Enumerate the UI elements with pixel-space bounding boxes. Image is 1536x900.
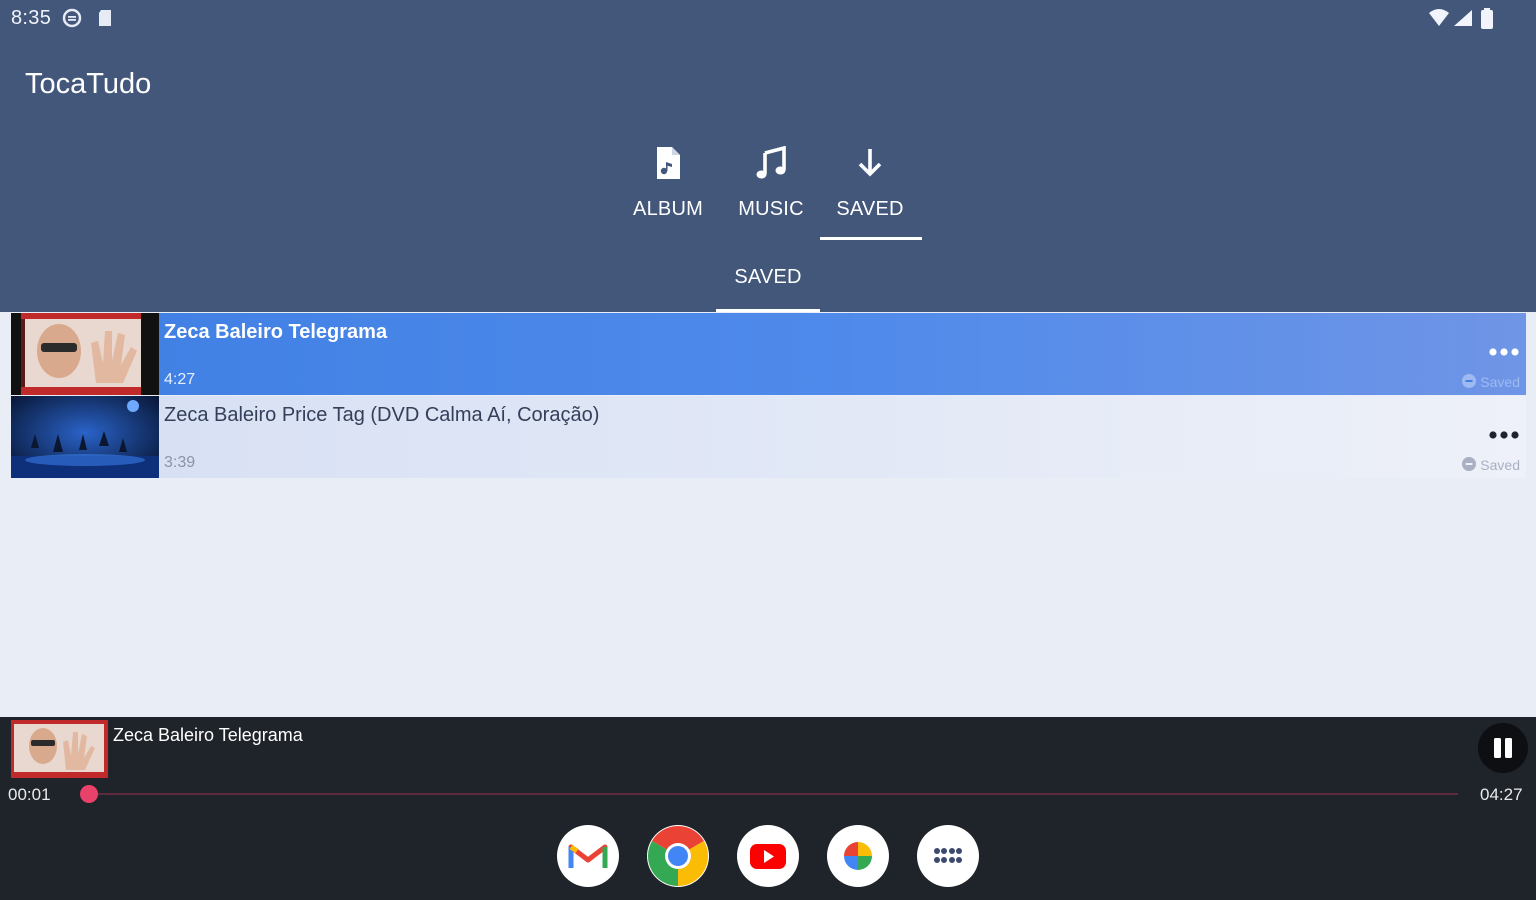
gmail-icon: [568, 844, 608, 868]
status-time: 8:35: [11, 7, 52, 29]
seek-bar[interactable]: [79, 785, 1458, 803]
youtube-icon: [750, 844, 786, 869]
player-thumbnail[interactable]: [11, 720, 108, 778]
pause-icon: [1494, 738, 1512, 758]
status-bar: 8:35: [0, 0, 1536, 36]
player-track-title: Zeca Baleiro Telegrama: [113, 725, 303, 745]
total-time: 04:27: [1480, 785, 1523, 804]
chrome-icon: [647, 825, 709, 886]
track-row[interactable]: Zeca Baleiro Price Tag (DVD Calma Aí, Co…: [11, 396, 1526, 478]
saved-status: Saved: [1461, 456, 1520, 473]
subtab-saved-label: SAVED: [734, 266, 802, 288]
tab-music-label: MUSIC: [738, 198, 804, 220]
tab-music[interactable]: MUSIC: [719, 140, 823, 240]
app-drawer-icon: [934, 848, 962, 863]
subtab-saved[interactable]: SAVED: [716, 258, 820, 312]
pause-button[interactable]: [1478, 723, 1528, 773]
tab-album[interactable]: ALBUM: [616, 140, 720, 240]
app-title: TocaTudo: [25, 68, 152, 100]
track-title: Zeca Baleiro Price Tag (DVD Calma Aí, Co…: [164, 404, 600, 426]
saved-status-label: Saved: [1480, 374, 1520, 390]
tab-saved-label: SAVED: [836, 198, 904, 220]
tab-selected-indicator: [820, 237, 922, 240]
seek-thumb[interactable]: [79, 785, 98, 803]
wifi-icon: [1429, 9, 1449, 26]
photos-icon: [844, 842, 872, 870]
saved-status-label: Saved: [1480, 457, 1520, 473]
seek-track: [83, 793, 1458, 795]
track-thumbnail: [11, 313, 159, 395]
track-duration: 4:27: [164, 371, 196, 388]
track-row[interactable]: Zeca Baleiro Telegrama 4:27 Saved: [11, 313, 1526, 395]
app-dock: [0, 817, 1536, 900]
mini-player: Zeca Baleiro Telegrama 00:01 04:27: [0, 717, 1536, 817]
current-time: 00:01: [8, 785, 51, 804]
dock-app-gmail[interactable]: [557, 825, 619, 887]
track-thumbnail: [11, 396, 159, 478]
download-arrow-icon: [858, 149, 882, 177]
dock-app-photos[interactable]: [827, 825, 889, 887]
saved-status: Saved: [1461, 373, 1520, 390]
album-file-icon: [657, 147, 680, 179]
sd-card-icon: [99, 10, 111, 26]
dock-app-youtube[interactable]: [737, 825, 799, 887]
cell-signal-icon: [1454, 10, 1472, 26]
tab-saved[interactable]: SAVED: [818, 140, 922, 240]
data-saver-icon: [62, 8, 82, 28]
more-options-icon[interactable]: [1488, 426, 1520, 444]
music-note-icon: [756, 146, 786, 179]
saved-check-icon: [1462, 374, 1477, 388]
saved-check-icon: [1462, 457, 1477, 471]
dock-app-chrome[interactable]: [647, 825, 709, 887]
more-options-icon[interactable]: [1488, 343, 1520, 361]
battery-icon: [1481, 8, 1493, 29]
track-list: Zeca Baleiro Telegrama 4:27 Saved Zeca B…: [0, 312, 1536, 717]
track-duration: 3:39: [164, 454, 196, 471]
dock-app-drawer[interactable]: [917, 825, 979, 887]
tab-album-label: ALBUM: [633, 198, 703, 220]
track-title: Zeca Baleiro Telegrama: [164, 321, 388, 343]
app-header: 8:35 TocaTudo ALBUM MUSIC SAVED SAVED: [0, 0, 1536, 312]
